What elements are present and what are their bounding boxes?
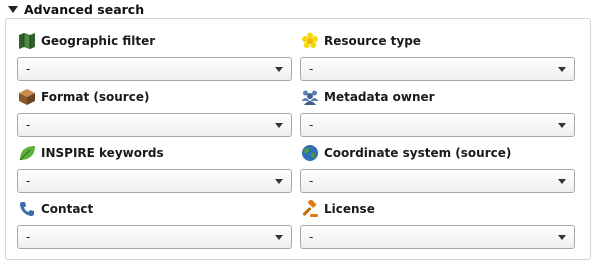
geographic-filter-select[interactable]: - (17, 57, 292, 81)
select-value: - (26, 62, 31, 76)
advanced-search-header[interactable]: Advanced search (8, 1, 144, 17)
field-label: INSPIRE keywords (41, 146, 164, 160)
map-icon (17, 31, 37, 51)
license-select[interactable]: - (300, 225, 575, 249)
select-value: - (26, 230, 31, 244)
chevron-down-icon[interactable] (558, 178, 566, 184)
select-value: - (26, 118, 31, 132)
chevron-down-icon[interactable] (275, 178, 283, 184)
phone-icon (17, 199, 37, 219)
chevron-down-icon[interactable] (558, 234, 566, 240)
metadata-owner-select[interactable]: - (300, 113, 575, 137)
field-label: Coordinate system (source) (324, 146, 512, 160)
chevron-down-icon[interactable] (558, 122, 566, 128)
box-icon (17, 87, 37, 107)
select-value: - (309, 118, 314, 132)
chevron-down-icon[interactable] (275, 122, 283, 128)
advanced-search-panel: Geographic filter - Resource type - Form… (5, 18, 591, 260)
inspire-keywords-select[interactable]: - (17, 169, 292, 193)
group-icon (300, 87, 320, 107)
field-label: Metadata owner (324, 90, 435, 104)
field-label: Contact (41, 202, 94, 216)
contact-select[interactable]: - (17, 225, 292, 249)
chevron-down-icon[interactable] (275, 234, 283, 240)
resource-type-select[interactable]: - (300, 57, 575, 81)
select-value: - (309, 174, 314, 188)
field-label: License (324, 202, 375, 216)
flower-icon (300, 31, 320, 51)
triangle-down-icon[interactable] (8, 6, 18, 13)
select-value: - (26, 174, 31, 188)
leaf-icon (17, 143, 37, 163)
select-value: - (309, 62, 314, 76)
chevron-down-icon[interactable] (275, 66, 283, 72)
format-source-select[interactable]: - (17, 113, 292, 137)
field-label: Resource type (324, 34, 421, 48)
section-title: Advanced search (24, 1, 145, 17)
globe-icon (300, 143, 320, 163)
field-label: Format (source) (41, 90, 150, 104)
gavel-icon (300, 199, 320, 219)
select-value: - (309, 230, 314, 244)
chevron-down-icon[interactable] (558, 66, 566, 72)
field-label: Geographic filter (41, 34, 156, 48)
coordinate-system-select[interactable]: - (300, 169, 575, 193)
